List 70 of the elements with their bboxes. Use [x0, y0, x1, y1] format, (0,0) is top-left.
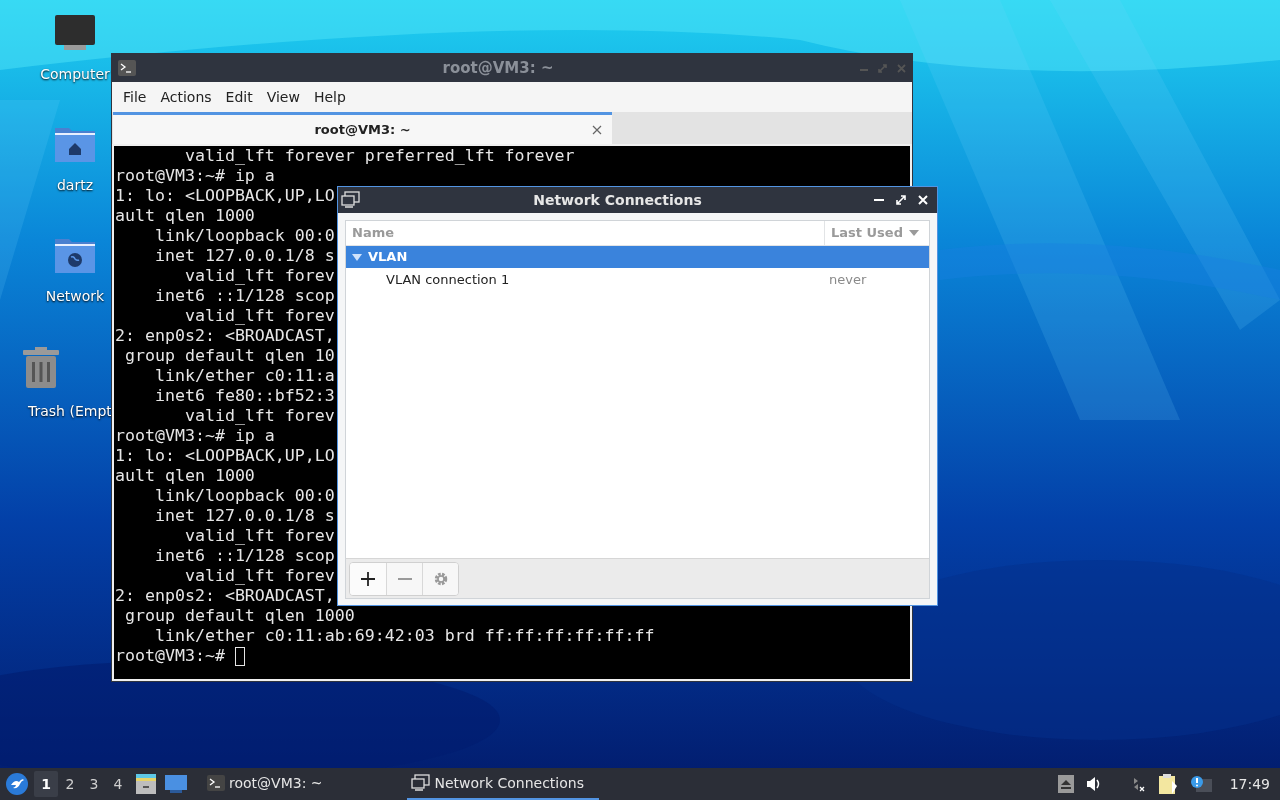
icon-label: dartz [56, 176, 94, 195]
terminal-line: valid_lft forev [183, 566, 335, 586]
plus-icon [360, 570, 376, 587]
taskbar-button[interactable]: Network Connections [406, 768, 599, 800]
clipboard-icon[interactable] [1157, 773, 1178, 795]
workspace-button[interactable]: 3 [82, 771, 106, 797]
notification-icon[interactable] [1189, 775, 1212, 793]
start-menu-icon[interactable] [6, 773, 28, 795]
clock: 17:49 [1229, 774, 1270, 794]
terminal-line: 1: lo: <LOOPBACK,UP,LO [115, 186, 335, 206]
terminal-line: group default qlen 10 [124, 346, 335, 366]
terminal-line: 2: enp0s2: <BROADCAST, [115, 586, 335, 606]
desktop-icon[interactable] [165, 775, 187, 793]
terminal-line: inet6 ::1/128 scop [153, 286, 335, 306]
monitor-icon[interactable] [54, 14, 96, 52]
menu-item[interactable]: File [116, 86, 154, 108]
terminal-line: ault qlen 1000 [115, 206, 255, 226]
terminal-icon [207, 775, 225, 791]
icon-label: Network [45, 287, 105, 306]
window-title: root@VM3: ~ [441, 57, 555, 79]
group-row[interactable]: VLAN [346, 246, 929, 268]
minus-icon [396, 577, 413, 580]
gear-icon [432, 570, 449, 587]
terminal-line: ault qlen 1000 [115, 466, 255, 486]
terminal-line: root@VM3:~# [115, 646, 226, 666]
terminal-icon [118, 60, 136, 76]
menu-item[interactable]: Help [306, 86, 353, 108]
network-folder-icon[interactable] [54, 236, 96, 274]
terminal-line: 1: lo: <LOOPBACK,UP,LO [115, 446, 335, 466]
terminal-line: valid_lft forev [183, 266, 335, 286]
terminal-line: root@VM3:~# ip a [115, 166, 275, 186]
terminal-line: inet 127.0.0.1/8 s [153, 506, 335, 526]
workspace-button[interactable]: 4 [106, 771, 130, 797]
menu-item[interactable]: Actions [153, 86, 219, 108]
file-cabinet-icon[interactable] [135, 774, 157, 794]
eject-icon[interactable] [1057, 775, 1074, 793]
network-monitor-icon [410, 774, 431, 792]
terminal-line: root@VM3:~# ip a [115, 426, 275, 446]
workspace-button[interactable]: 1 [34, 771, 58, 797]
terminal-line: link/loopback 00:0 [153, 486, 335, 506]
menu-item[interactable]: Edit [218, 86, 260, 108]
add-button[interactable] [350, 562, 386, 595]
terminal-line: valid_lft forev [183, 526, 335, 546]
trash-icon[interactable] [20, 347, 62, 389]
terminal-line: inet6 fe80::bf52:3 [153, 386, 335, 406]
text-cursor [234, 646, 245, 666]
volume-icon[interactable] [1085, 776, 1102, 792]
home-folder-icon[interactable] [54, 125, 96, 163]
expander-icon[interactable] [352, 253, 362, 261]
workspace-button[interactable]: 2 [58, 771, 82, 797]
terminal-line: 2: enp0s2: <BROADCAST, [115, 326, 335, 346]
terminal-line: link/ether c0:11:a [153, 366, 335, 386]
sort-caret-icon [908, 230, 919, 236]
dialog-title: Network Connections [532, 190, 703, 210]
terminal-line: link/loopback 00:0 [153, 226, 335, 246]
close-icon[interactable] [592, 124, 602, 135]
connection-row[interactable]: VLAN connection 1 never [346, 268, 929, 292]
menu-item[interactable]: View [259, 86, 307, 108]
network-monitor-icon [341, 191, 361, 209]
terminal-line: inet 127.0.0.1/8 s [153, 246, 335, 266]
icon-label: Trash (Empt [28, 402, 112, 421]
terminal-line: valid_lft forever preferred_lft forever [183, 146, 575, 166]
taskbar-button[interactable]: root@VM3: ~ [203, 768, 327, 800]
terminal-tab[interactable]: root@VM3: ~ [113, 112, 612, 144]
terminal-line: valid_lft forev [183, 406, 335, 426]
icon-label: Computer [40, 65, 110, 84]
terminal-line: inet6 ::1/128 scop [153, 546, 335, 566]
terminal-line: group default qlen 1000 [124, 606, 355, 626]
terminal-line: link/ether c0:11:ab:69:42:03 brd ff:ff:ff:ff:ff:ff [153, 626, 655, 646]
terminal-line: valid_lft forev [183, 306, 335, 326]
